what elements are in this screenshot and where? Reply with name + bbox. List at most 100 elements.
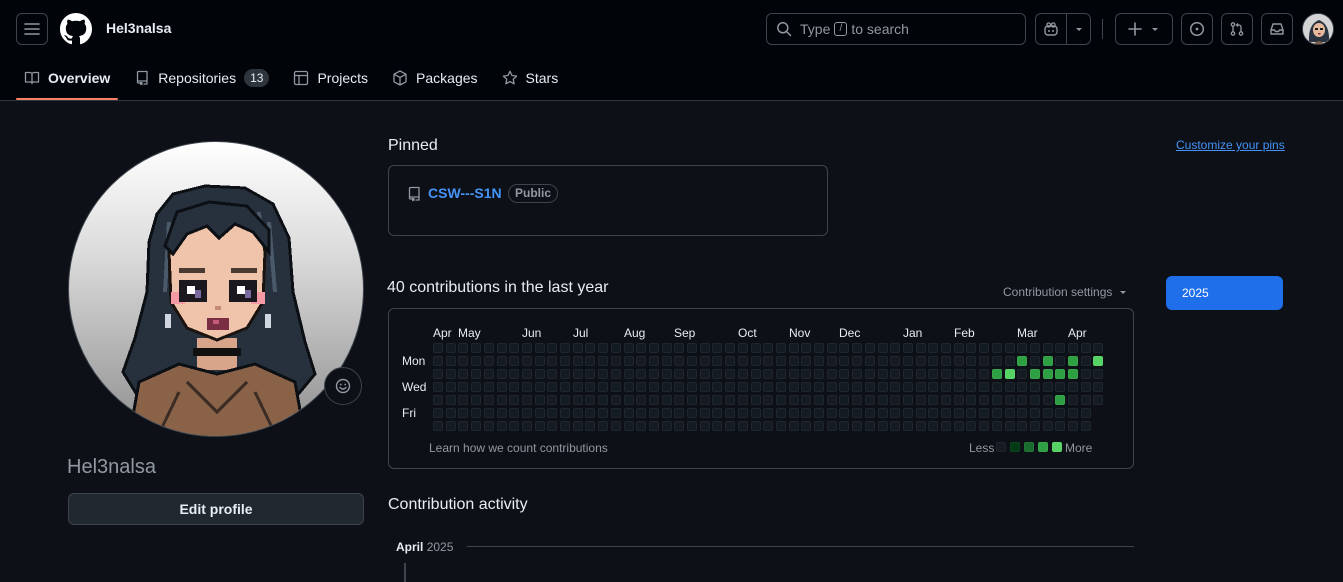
contribution-day-cell[interactable] (878, 395, 888, 405)
contribution-day-cell[interactable] (903, 382, 913, 392)
contribution-day-cell[interactable] (763, 382, 773, 392)
contribution-day-cell[interactable] (763, 369, 773, 379)
contribution-day-cell[interactable] (725, 343, 735, 353)
contribution-day-cell[interactable] (700, 356, 710, 366)
contribution-day-cell[interactable] (954, 395, 964, 405)
contribution-day-cell[interactable] (776, 395, 786, 405)
contribution-day-cell[interactable] (979, 369, 989, 379)
contribution-day-cell[interactable] (636, 369, 646, 379)
contribution-day-cell[interactable] (497, 382, 507, 392)
contribution-day-cell[interactable] (471, 343, 481, 353)
contribution-day-cell[interactable] (687, 421, 697, 431)
contribution-day-cell[interactable] (1017, 369, 1027, 379)
contribution-day-cell[interactable] (738, 356, 748, 366)
contribution-day-cell[interactable] (776, 421, 786, 431)
contribution-day-cell[interactable] (687, 343, 697, 353)
contribution-day-cell[interactable] (700, 408, 710, 418)
contribution-day-cell[interactable] (547, 421, 557, 431)
contribution-day-cell[interactable] (433, 356, 443, 366)
contribution-day-cell[interactable] (954, 408, 964, 418)
contribution-day-cell[interactable] (1081, 421, 1091, 431)
contribution-day-cell[interactable] (789, 356, 799, 366)
contribution-day-cell[interactable] (966, 395, 976, 405)
contribution-day-cell[interactable] (814, 395, 824, 405)
contribution-day-cell[interactable] (916, 408, 926, 418)
contribution-day-cell[interactable] (471, 421, 481, 431)
contribution-day-cell[interactable] (674, 343, 684, 353)
contribution-day-cell[interactable] (979, 421, 989, 431)
contribution-day-cell[interactable] (535, 395, 545, 405)
contribution-day-cell[interactable] (1055, 382, 1065, 392)
contribution-day-cell[interactable] (598, 408, 608, 418)
contribution-day-cell[interactable] (649, 408, 659, 418)
contribution-day-cell[interactable] (1005, 343, 1015, 353)
contribution-day-cell[interactable] (1093, 356, 1103, 366)
contribution-day-cell[interactable] (509, 369, 519, 379)
contribution-day-cell[interactable] (839, 395, 849, 405)
contribution-day-cell[interactable] (1005, 369, 1015, 379)
contribution-day-cell[interactable] (522, 382, 532, 392)
contribution-day-cell[interactable] (560, 369, 570, 379)
contribution-day-cell[interactable] (801, 382, 811, 392)
contribution-day-cell[interactable] (992, 343, 1002, 353)
contribution-day-cell[interactable] (522, 343, 532, 353)
contribution-day-cell[interactable] (560, 408, 570, 418)
contribution-day-cell[interactable] (1030, 421, 1040, 431)
contribution-day-cell[interactable] (1017, 408, 1027, 418)
contribution-day-cell[interactable] (662, 369, 672, 379)
contribution-day-cell[interactable] (1081, 395, 1091, 405)
contribution-day-cell[interactable] (903, 356, 913, 366)
contribution-day-cell[interactable] (928, 382, 938, 392)
contribution-day-cell[interactable] (1081, 356, 1091, 366)
contribution-day-cell[interactable] (712, 395, 722, 405)
contribution-day-cell[interactable] (1093, 369, 1103, 379)
contribution-day-cell[interactable] (624, 369, 634, 379)
contribution-day-cell[interactable] (1068, 343, 1078, 353)
contribution-day-cell[interactable] (839, 356, 849, 366)
contribution-day-cell[interactable] (839, 343, 849, 353)
contribution-day-cell[interactable] (801, 343, 811, 353)
contribution-day-cell[interactable] (865, 408, 875, 418)
contribution-day-cell[interactable] (738, 421, 748, 431)
tab-packages[interactable]: Packages (384, 60, 485, 95)
tab-stars[interactable]: Stars (494, 60, 567, 95)
contribution-day-cell[interactable] (624, 382, 634, 392)
contribution-day-cell[interactable] (992, 369, 1002, 379)
tab-repositories[interactable]: Repositories 13 (126, 60, 277, 95)
contribution-day-cell[interactable] (941, 421, 951, 431)
contribution-day-cell[interactable] (1043, 356, 1053, 366)
contribution-day-cell[interactable] (878, 343, 888, 353)
contribution-day-cell[interactable] (712, 356, 722, 366)
contribution-day-cell[interactable] (700, 395, 710, 405)
contribution-day-cell[interactable] (547, 395, 557, 405)
contribution-day-cell[interactable] (992, 382, 1002, 392)
contribution-day-cell[interactable] (814, 369, 824, 379)
contribution-day-cell[interactable] (979, 408, 989, 418)
contribution-day-cell[interactable] (636, 395, 646, 405)
contribution-day-cell[interactable] (611, 421, 621, 431)
contribution-day-cell[interactable] (827, 356, 837, 366)
contribution-day-cell[interactable] (725, 356, 735, 366)
contribution-day-cell[interactable] (458, 382, 468, 392)
contribution-day-cell[interactable] (852, 395, 862, 405)
contribution-day-cell[interactable] (624, 356, 634, 366)
contribution-day-cell[interactable] (547, 356, 557, 366)
contribution-day-cell[interactable] (598, 382, 608, 392)
create-new-button[interactable] (1115, 13, 1173, 45)
contribution-day-cell[interactable] (700, 369, 710, 379)
menu-button[interactable] (16, 13, 48, 45)
contribution-day-cell[interactable] (649, 395, 659, 405)
edit-profile-button[interactable]: Edit profile (68, 493, 364, 525)
contribution-day-cell[interactable] (611, 408, 621, 418)
contribution-day-cell[interactable] (725, 408, 735, 418)
contribution-day-cell[interactable] (725, 369, 735, 379)
github-logo-icon[interactable] (60, 13, 92, 45)
contribution-day-cell[interactable] (1055, 356, 1065, 366)
contribution-day-cell[interactable] (433, 369, 443, 379)
contribution-day-cell[interactable] (763, 395, 773, 405)
contribution-day-cell[interactable] (458, 343, 468, 353)
contribution-day-cell[interactable] (471, 382, 481, 392)
contribution-day-cell[interactable] (522, 395, 532, 405)
contribution-day-cell[interactable] (535, 408, 545, 418)
contribution-day-cell[interactable] (585, 343, 595, 353)
